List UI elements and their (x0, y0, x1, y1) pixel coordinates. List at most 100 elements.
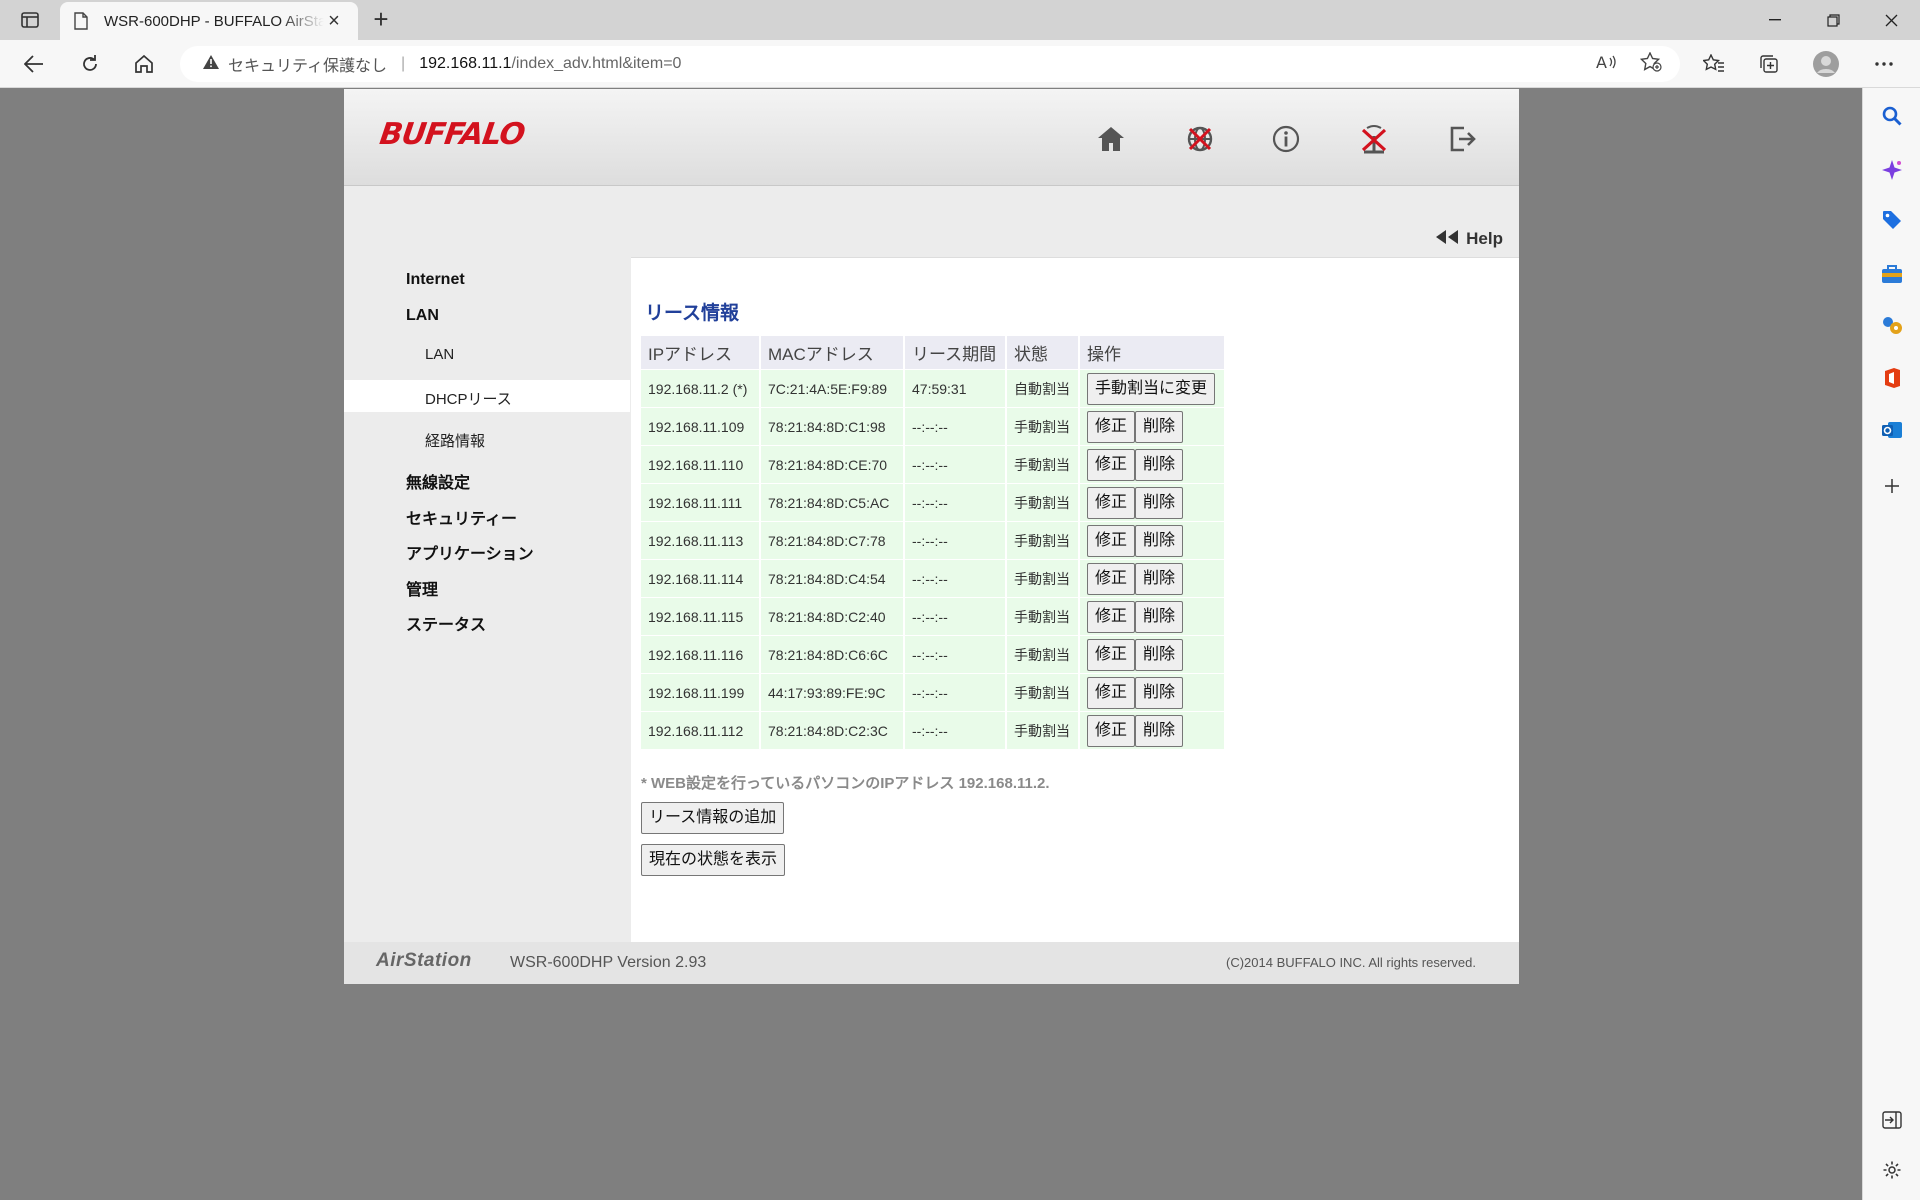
restore-icon[interactable] (1804, 0, 1862, 40)
page-icon (74, 12, 90, 30)
tab-actions-icon[interactable] (14, 8, 46, 32)
table-row: 192.168.11.109 78:21:84:8D:C1:98 --:--:-… (641, 407, 1226, 445)
edit-button[interactable]: 修正 (1087, 524, 1136, 557)
logout-icon[interactable] (1442, 119, 1482, 159)
delete-button[interactable]: 削除 (1135, 676, 1184, 709)
firmware-version: WSR-600DHP Version 2.93 (510, 954, 707, 971)
nav-wireless[interactable]: 無線設定 (406, 469, 470, 493)
nav-security[interactable]: セキュリティー (406, 505, 517, 529)
cell-actions: 修正 削除 (1080, 483, 1226, 521)
delete-button[interactable]: 削除 (1135, 524, 1184, 557)
tools-briefcase-icon[interactable] (1876, 258, 1908, 290)
cell-lease: --:--:-- (905, 597, 1007, 635)
help-link[interactable]: Help (1434, 229, 1503, 249)
more-menu-icon[interactable] (1866, 48, 1902, 80)
add-lease-button[interactable]: リース情報の追加 (641, 802, 785, 834)
close-tab-icon[interactable]: × (324, 10, 344, 33)
nav-lan-sub[interactable]: LAN (425, 346, 454, 363)
nav-dhcp-lease[interactable]: DHCPリース (425, 388, 512, 409)
search-icon[interactable] (1876, 100, 1908, 132)
reload-icon[interactable] (72, 48, 108, 80)
address-bar[interactable]: セキュリティ保護なし | 192.168.11.1 /index_adv.htm… (180, 46, 1680, 82)
cell-ip: 192.168.11.114 (641, 559, 761, 597)
nav-route-info[interactable]: 経路情報 (425, 430, 485, 451)
edit-button[interactable]: 修正 (1087, 562, 1136, 595)
cell-lease: 47:59:31 (905, 369, 1007, 407)
outlook-icon[interactable] (1876, 414, 1908, 446)
edit-button[interactable]: 修正 (1087, 714, 1136, 747)
edit-button[interactable]: 修正 (1087, 448, 1136, 481)
svg-text:A: A (1596, 53, 1607, 71)
info-icon[interactable] (1266, 119, 1306, 159)
column-header-action: 操作 (1080, 336, 1226, 369)
delete-button[interactable]: 削除 (1135, 562, 1184, 595)
cell-mac: 78:21:84:8D:C4:54 (761, 559, 905, 597)
url-path: /index_adv.html&item=0 (511, 55, 682, 72)
nav-status[interactable]: ステータス (406, 611, 486, 635)
cell-mac: 78:21:84:8D:C7:78 (761, 521, 905, 559)
table-row: 192.168.11.2 (*) 7C:21:4A:5E:F9:89 47:59… (641, 369, 1226, 407)
security-label: セキュリティ保護なし (228, 58, 388, 75)
close-window-icon[interactable] (1862, 0, 1920, 40)
delete-button[interactable]: 削除 (1135, 448, 1184, 481)
column-header-mac: MACアドレス (761, 336, 905, 369)
read-aloud-icon[interactable]: A (1596, 53, 1616, 76)
new-tab-icon[interactable]: + (366, 6, 396, 34)
change-to-manual-button[interactable]: 手動割当に変更 (1087, 372, 1216, 405)
cell-actions: 修正 削除 (1080, 559, 1226, 597)
delete-button[interactable]: 削除 (1135, 410, 1184, 443)
cell-state: 手動割当 (1007, 635, 1080, 673)
content-panel: リース情報 IPアドレス MACアドレス リース期間 状態 操作 192.168… (631, 257, 1519, 942)
nav-lan[interactable]: LAN (406, 307, 439, 325)
copilot-sparkle-icon[interactable] (1876, 154, 1908, 186)
edit-button[interactable]: 修正 (1087, 676, 1136, 709)
router-footer: AirStation WSR-600DHP Version 2.93 (C)20… (344, 942, 1519, 984)
delete-button[interactable]: 削除 (1135, 638, 1184, 671)
table-row: 192.168.11.199 44:17:93:89:FE:9C --:--:-… (641, 673, 1226, 711)
add-sidebar-app-icon[interactable] (1876, 470, 1908, 502)
add-favorite-icon[interactable] (1639, 50, 1662, 77)
delete-button[interactable]: 削除 (1135, 600, 1184, 633)
home-icon[interactable] (1091, 119, 1131, 159)
cell-state: 手動割当 (1007, 407, 1080, 445)
browser-sidebar (1862, 88, 1920, 1200)
cell-actions: 修正 削除 (1080, 635, 1226, 673)
cell-mac: 78:21:84:8D:C2:40 (761, 597, 905, 635)
cell-mac: 78:21:84:8D:C1:98 (761, 407, 905, 445)
nav-application[interactable]: アプリケーション (406, 540, 534, 564)
edit-button[interactable]: 修正 (1087, 486, 1136, 519)
show-current-status-button[interactable]: 現在の状態を表示 (641, 844, 786, 876)
collections-icon[interactable] (1751, 48, 1787, 80)
edit-button[interactable]: 修正 (1087, 600, 1136, 633)
cell-lease: --:--:-- (905, 445, 1007, 483)
games-icon[interactable] (1876, 310, 1908, 342)
delete-button[interactable]: 削除 (1135, 714, 1184, 747)
table-row: 192.168.11.116 78:21:84:8D:C6:6C --:--:-… (641, 635, 1226, 673)
browser-tab[interactable]: WSR-600DHP - BUFFALO AirStation × (60, 2, 358, 40)
hide-sidebar-icon[interactable] (1876, 1104, 1908, 1136)
minimize-icon[interactable] (1746, 0, 1804, 40)
profile-avatar-icon[interactable] (1808, 48, 1844, 80)
buffalo-logo[interactable]: BUFFALO (378, 117, 527, 152)
cell-mac: 78:21:84:8D:C5:AC (761, 483, 905, 521)
warning-icon (202, 54, 220, 75)
lease-table: IPアドレス MACアドレス リース期間 状態 操作 192.168.11.2 … (641, 336, 1226, 749)
wireless-disabled-icon[interactable] (1354, 119, 1394, 159)
router-admin-page: BUFFALO Help Internet LAN LAN DHCPリース 経路… (344, 89, 1519, 984)
internet-disconnected-icon[interactable] (1180, 119, 1220, 159)
shopping-tag-icon[interactable] (1876, 204, 1908, 236)
office-icon[interactable] (1876, 362, 1908, 394)
cell-state: 手動割当 (1007, 521, 1080, 559)
delete-button[interactable]: 削除 (1135, 486, 1184, 519)
favorites-icon[interactable] (1696, 48, 1732, 80)
edit-button[interactable]: 修正 (1087, 638, 1136, 671)
airstation-logo: AirStation (376, 950, 472, 971)
url-separator: | (401, 55, 406, 72)
back-icon[interactable] (16, 48, 52, 80)
settings-gear-icon[interactable] (1876, 1154, 1908, 1186)
cell-lease: --:--:-- (905, 635, 1007, 673)
nav-admin[interactable]: 管理 (406, 576, 438, 600)
home-icon[interactable] (126, 48, 162, 80)
edit-button[interactable]: 修正 (1087, 410, 1136, 443)
nav-internet[interactable]: Internet (406, 271, 465, 289)
